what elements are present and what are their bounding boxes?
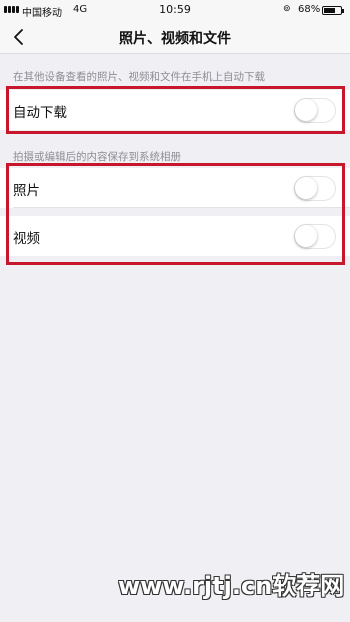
- highlight-box: [6, 86, 345, 134]
- battery-fill: [324, 8, 335, 13]
- auto-download-note: 在其他设备查看的照片、视频和文件在手机上自动下载: [13, 71, 265, 83]
- page-title: 照片、视频和文件: [119, 31, 231, 47]
- highlight-box: [6, 163, 345, 265]
- status-bar: 中国移动 4G 10:59 ⊚ 68%: [0, 0, 350, 20]
- battery-percent: 68%: [298, 4, 321, 15]
- battery-icon: [322, 6, 344, 15]
- save-to-album-note: 拍摄或编辑后的内容保存到系统相册: [13, 151, 181, 163]
- nav-bar: 照片、视频和文件: [0, 20, 350, 54]
- watermark: www.rjtj.cn软荐网: [118, 572, 345, 600]
- rotation-lock-icon: ⊚: [283, 4, 291, 14]
